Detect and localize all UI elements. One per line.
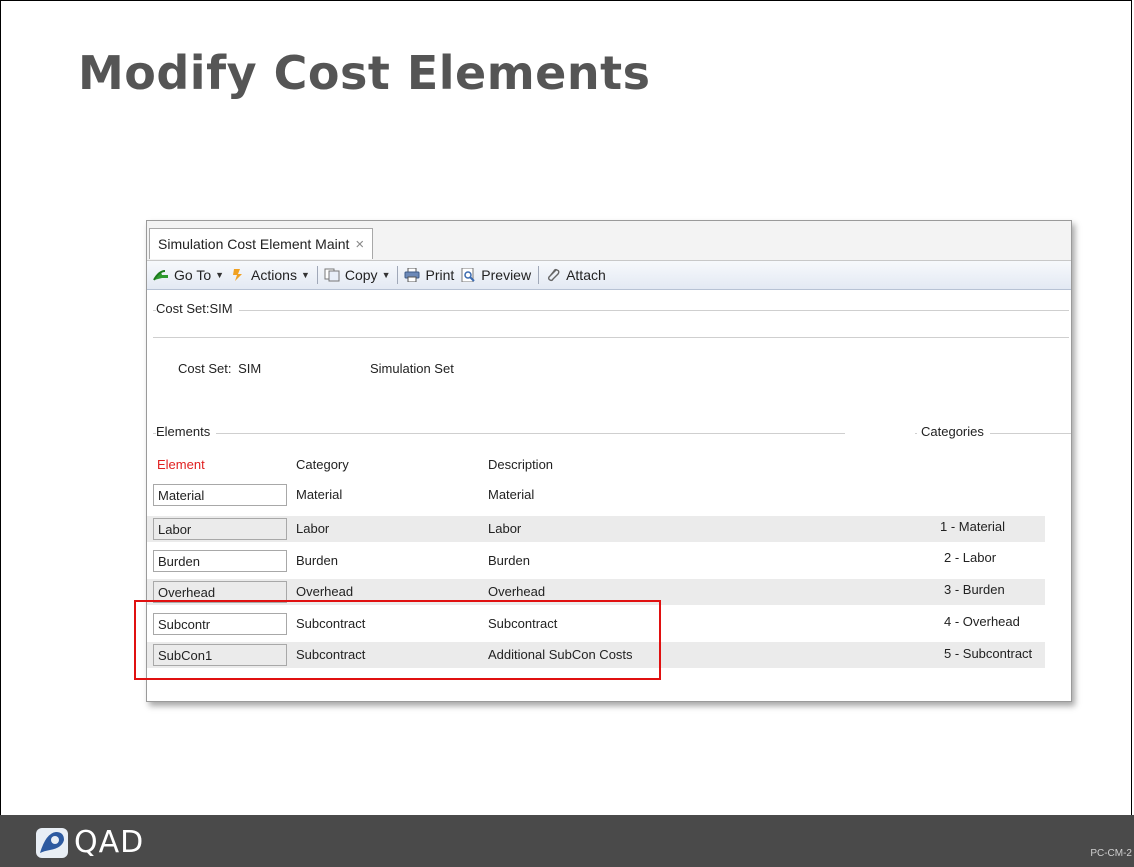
category-cell: Overhead [296, 584, 354, 599]
cost-set-group-label: Cost Set:SIM [156, 301, 239, 316]
copy-button[interactable]: Copy ▼ [324, 267, 391, 283]
highlight-box [134, 600, 661, 680]
chevron-down-icon: ▼ [300, 270, 310, 280]
element-input[interactable]: Labor [153, 518, 287, 540]
chevron-down-icon: ▼ [215, 270, 225, 280]
slide-footer: QAD PC-CM-2 [0, 815, 1134, 867]
qad-logo: QAD [36, 825, 144, 860]
cost-set-description: Simulation Set [370, 361, 454, 376]
category-cell: Labor [296, 521, 330, 536]
category-column-header: Category [296, 457, 349, 472]
logo-text: QAD [74, 825, 145, 860]
copy-icon [324, 268, 340, 282]
group-divider [153, 337, 1069, 338]
slide-title: Modify Cost Elements [78, 46, 651, 100]
toolbar: Go To ▼ Actions ▼ Copy ▼ Print Preview A… [147, 261, 1071, 290]
qad-logo-icon [36, 827, 68, 858]
copy-label: Copy [344, 267, 378, 283]
description-cell: Overhead [488, 584, 546, 599]
description-column-header: Description [488, 457, 554, 472]
category-item: 2 - Labor [944, 550, 997, 565]
cost-set-value: SIM [238, 361, 262, 376]
table-row[interactable]: Material Material Material [147, 482, 1045, 508]
actions-button[interactable]: Actions ▼ [230, 267, 310, 283]
categories-group-label: Categories [917, 424, 990, 439]
description-cell: Material [488, 487, 535, 502]
category-item: 3 - Burden [944, 582, 1005, 597]
description-cell: Labor [488, 521, 522, 536]
goto-button[interactable]: Go To ▼ [153, 267, 224, 283]
preview-button[interactable]: Preview [460, 267, 531, 283]
elements-group-label: Elements [156, 424, 217, 439]
goto-arrow-icon [153, 270, 168, 281]
toolbar-separator [397, 266, 399, 284]
chevron-down-icon: ▼ [381, 270, 391, 280]
tab-simulation-cost-element-maint[interactable]: Simulation Cost Element Maint × [149, 228, 374, 259]
category-item: 4 - Overhead [944, 614, 1020, 629]
print-button[interactable]: Print [404, 267, 454, 283]
attach-label: Attach [566, 267, 606, 283]
attach-paperclip-icon [548, 268, 560, 282]
tab-label: Simulation Cost Element Maint [158, 236, 350, 252]
element-input[interactable]: Burden [153, 550, 287, 572]
category-item: 1 - Material [940, 519, 1006, 534]
category-cell: Material [296, 487, 343, 502]
tab-bar: Simulation Cost Element Maint × [147, 221, 1071, 261]
element-input[interactable]: Material [153, 484, 287, 506]
close-icon[interactable]: × [355, 236, 364, 253]
attach-button[interactable]: Attach [545, 267, 606, 283]
group-divider [153, 310, 1069, 311]
table-row[interactable]: Labor Labor Labor [147, 516, 1045, 542]
element-column-header: Element [157, 457, 205, 472]
cost-set-label-text: Cost Set: [178, 361, 232, 376]
actions-label: Actions [251, 267, 297, 283]
print-icon [404, 268, 420, 282]
goto-label: Go To [174, 267, 212, 283]
description-cell: Burden [488, 553, 530, 568]
table-row[interactable]: Burden Burden Burden [147, 548, 1045, 574]
toolbar-separator [538, 266, 540, 284]
preview-icon [461, 268, 475, 282]
elements-divider [153, 433, 845, 434]
category-cell: Burden [296, 553, 338, 568]
cost-set-label: Cost Set: SIM [178, 361, 261, 376]
actions-icon [233, 269, 243, 281]
toolbar-separator [316, 266, 318, 284]
category-item: 5 - Subcontract [944, 646, 1033, 661]
slide-code: PC-CM-2 [1090, 848, 1132, 859]
preview-label: Preview [481, 267, 532, 283]
print-label: Print [425, 267, 455, 283]
